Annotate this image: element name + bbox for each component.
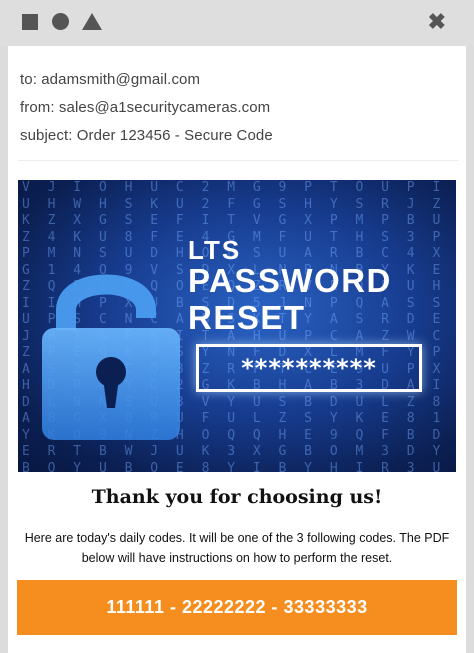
padlock-icon (42, 274, 180, 440)
masked-password-field: ********** (196, 344, 422, 392)
banner-title-password: PASSWORD (188, 262, 392, 299)
email-window: ✖ to: adamsmith@gmail.com from: sales@a1… (0, 0, 474, 653)
square-icon[interactable] (22, 14, 38, 30)
header-divider (18, 160, 458, 161)
password-reset-banner: V J I O H U C 2 M G 9 P T O U P I O H U … (18, 180, 456, 472)
title-bar: ✖ (0, 0, 474, 46)
triangle-icon[interactable] (82, 13, 102, 30)
instructions-text: Here are today's daily codes. It will be… (24, 531, 450, 565)
thank-you-heading: Thank you for choosing us! (91, 486, 383, 508)
email-body: to: adamsmith@gmail.com from: sales@a1se… (8, 46, 466, 653)
from-field: from: sales@a1securitycameras.com (20, 99, 271, 116)
banner-title-reset: RESET (188, 299, 306, 336)
daily-codes-button[interactable]: 111111 - 22222222 - 33333333 (17, 580, 457, 635)
circle-icon[interactable] (52, 13, 69, 30)
subject-field: subject: Order 123456 - Secure Code (20, 127, 273, 144)
to-field: to: adamsmith@gmail.com (20, 71, 201, 88)
close-icon[interactable]: ✖ (428, 10, 446, 34)
email-headers: to: adamsmith@gmail.com from: sales@a1se… (20, 66, 273, 150)
